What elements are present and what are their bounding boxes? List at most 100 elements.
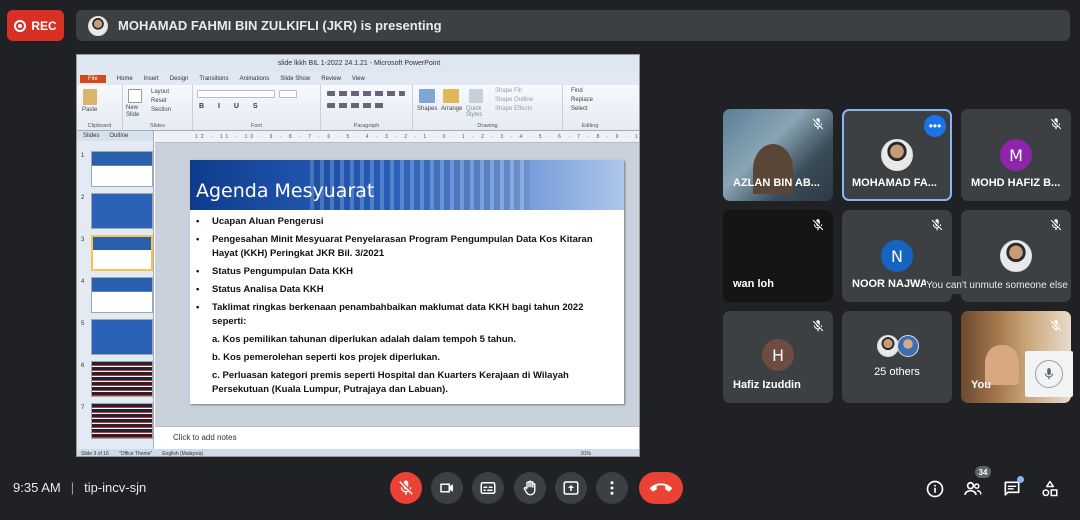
- leave-call-button[interactable]: [639, 472, 683, 504]
- participant-avatar: H: [762, 339, 794, 371]
- font-group-label: Font: [250, 123, 262, 129]
- ribbon-group-slides: New Slide Layout Reset Section Slides: [123, 85, 193, 130]
- participant-name: You: [971, 379, 991, 391]
- ppt-tab-insert: Insert: [143, 75, 159, 82]
- paragraph-icons: [327, 91, 405, 96]
- ribbon-group-clipboard: Paste Clipboard: [77, 85, 123, 130]
- present-screen-icon: [563, 481, 579, 495]
- current-slide: Agenda Mesyuarat • Ucapan Aluan Pengerusi…: [190, 160, 624, 404]
- ppt-tab-view: View: [351, 75, 365, 82]
- slide-thumbnail: 4: [81, 277, 153, 315]
- agenda-subitem: a. Kos pemilikan tahunan diperlukan adal…: [212, 334, 517, 345]
- other-avatar: [877, 335, 899, 357]
- agenda-item-text: Taklimat ringkas berkenaan penambahbaika…: [212, 302, 584, 327]
- quick-styles-label: Quick Styles: [466, 106, 483, 118]
- present-now-button[interactable]: [555, 472, 587, 504]
- participant-tile-mohd-hafiz[interactable]: M MOHD HAFIZ B...: [961, 109, 1071, 201]
- thumbnail-pane-tabs: Slides Outline: [77, 131, 153, 141]
- slide-agenda-list: • Ucapan Aluan Pengerusi • Pengesahan Mini…: [196, 215, 616, 401]
- shapes-icon: [419, 89, 435, 103]
- theme-name: "Office Theme": [118, 450, 153, 457]
- select-label: Select: [571, 106, 588, 112]
- ribbon-group-paragraph: Paragraph: [321, 85, 413, 130]
- participant-tile-azlan[interactable]: AZLAN BIN AB...: [723, 109, 833, 201]
- meeting-info: 9:35 AM | tip-incv-sjn: [13, 480, 146, 495]
- align-icons: [327, 103, 387, 108]
- participant-avatar: [881, 139, 913, 171]
- raise-hand-button[interactable]: [514, 472, 546, 504]
- meeting-details-button[interactable]: [924, 478, 946, 500]
- recording-indicator[interactable]: REC: [7, 10, 64, 41]
- meeting-code: tip-incv-sjn: [84, 480, 147, 495]
- participant-name: AZLAN BIN AB...: [733, 177, 820, 189]
- reset-label: Reset: [151, 98, 167, 104]
- slides-group-label: Slides: [150, 123, 165, 129]
- participant-avatar: N: [881, 240, 913, 272]
- ppt-tab-transitions: Transitions: [199, 75, 229, 82]
- find-label: Find: [571, 88, 583, 94]
- thumbnail-number: 5: [81, 321, 85, 327]
- chat-notification-dot: [1017, 476, 1024, 483]
- arrange-label: Arrange: [441, 106, 463, 112]
- thumbnail-image: [91, 277, 153, 313]
- mic-toggle-button[interactable]: [390, 472, 422, 504]
- recording-label: REC: [31, 18, 57, 33]
- thumbnail-number: 6: [81, 363, 85, 369]
- people-count-badge: 34: [975, 466, 991, 478]
- agenda-subitem: c. Perluasan kategori premis seperti Hos…: [212, 370, 569, 395]
- agenda-item: • Status Analisa Data KKH: [196, 284, 324, 295]
- info-separator: |: [70, 480, 75, 495]
- people-icon: [964, 481, 982, 495]
- participant-tile-wan-loh[interactable]: wan loh: [723, 210, 833, 302]
- ppt-ribbon-tabs: File Home Insert Design Transitions Anim…: [77, 72, 639, 85]
- drawing-group-label: Drawing: [477, 123, 498, 129]
- paste-label: Paste: [82, 107, 98, 113]
- activities-button[interactable]: [1039, 478, 1061, 500]
- participant-name: Hafiz Izuddin: [733, 379, 801, 391]
- participant-tile-hafiz-izuddin[interactable]: H Hafiz Izuddin: [723, 311, 833, 403]
- thumbnail-number: 2: [81, 195, 85, 201]
- language: English (Malaysia): [162, 450, 204, 457]
- camera-icon: [440, 483, 453, 493]
- ppt-tab-slideshow: Slide Show: [280, 75, 311, 82]
- captions-button[interactable]: [472, 472, 504, 504]
- slide-thumbnail: 1: [81, 151, 153, 189]
- ppt-status-bar: Slide 3 of 16 "Office Theme" English (Ma…: [77, 449, 639, 457]
- participant-tile-mohamad[interactable]: ••• MOHAMAD FA...: [842, 109, 952, 201]
- slide-canvas: Agenda Mesyuarat • Ucapan Aluan Pengerusi…: [155, 143, 639, 426]
- thumbnail-number: 7: [81, 405, 85, 411]
- more-options-button[interactable]: •••: [924, 115, 946, 137]
- thumbnail-image: [91, 151, 153, 187]
- people-button[interactable]: [962, 478, 984, 500]
- slide-thumbnail: 2: [81, 193, 153, 231]
- self-mic-button[interactable]: [1025, 351, 1073, 397]
- participant-tile-others[interactable]: 25 others: [842, 311, 952, 403]
- thumbnail-image: [91, 235, 153, 271]
- slide-thumbnail: 6: [81, 361, 153, 399]
- captions-icon: [480, 482, 496, 494]
- more-options-button[interactable]: [596, 472, 628, 504]
- shape-outline-label: Shape Outline: [495, 97, 534, 103]
- activities-icon: [1042, 480, 1058, 497]
- chat-button[interactable]: [1001, 476, 1024, 500]
- layout-label: Layout: [151, 89, 170, 95]
- participant-avatar: [1000, 240, 1032, 272]
- agenda-item: • Taklimat ringkas berkenaan penambahbaik…: [196, 301, 616, 329]
- mic-off-icon: [812, 219, 824, 231]
- notes-pane: Click to add notes: [155, 426, 639, 449]
- arrange-icon: [443, 89, 459, 103]
- shape-fill-label: Shape Fill: [495, 88, 522, 94]
- thumbnail-number: 1: [81, 153, 85, 159]
- presenting-banner: MOHAMAD FAHMI BIN ZULKIFLI (JKR) is pres…: [76, 10, 1070, 41]
- slide-thumbnail-selected: 3: [81, 235, 153, 273]
- editing-group-label: Editing: [581, 123, 599, 129]
- mic-off-icon: [1050, 118, 1062, 130]
- slide-thumbnail: 7: [81, 403, 153, 441]
- camera-toggle-button[interactable]: [431, 472, 463, 504]
- mic-off-icon: [812, 118, 824, 130]
- ppt-titlebar: slide lkkh BIL 1-2022 24.1.21 - Microsof…: [77, 55, 639, 72]
- other-avatar: [897, 335, 919, 357]
- font-size-box: [279, 90, 297, 98]
- mic-off-icon: [812, 320, 824, 332]
- current-time: 9:35 AM: [13, 480, 61, 495]
